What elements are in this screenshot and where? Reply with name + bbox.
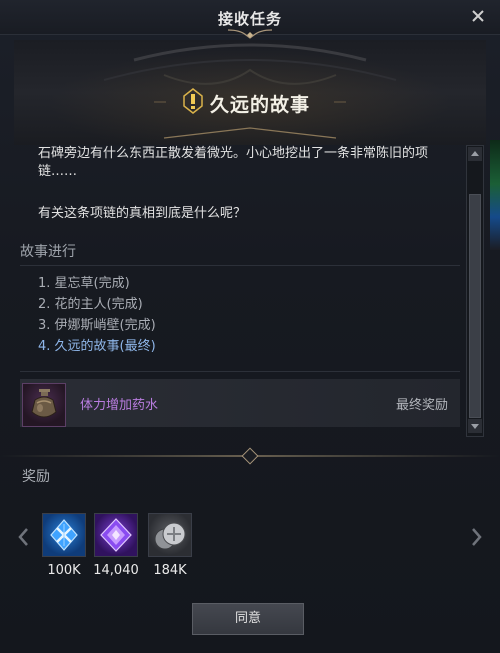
close-button[interactable]	[468, 6, 488, 26]
story-question: 有关这条项链的真相到底是什么呢？	[38, 206, 247, 221]
progress-item-current: 4. 久远的故事(最终)	[38, 339, 156, 354]
scroll-down-button[interactable]	[468, 419, 482, 433]
triangle-down-icon	[471, 424, 479, 429]
title-bar: 接收任务	[0, 0, 500, 39]
potion-icon	[31, 389, 57, 418]
quest-accept-window: 接收任务 久远的故事 石碑旁边有什么东西正散发着微光。小心地挖出了一条非常陈旧的…	[0, 0, 500, 653]
silver-coins-icon	[154, 522, 186, 550]
close-icon	[472, 10, 484, 22]
story-text-line: 链……	[38, 164, 78, 179]
diamond-ornament-icon	[241, 447, 259, 465]
reward-count: 14,040	[93, 563, 139, 578]
blue-crystal-icon	[50, 519, 78, 551]
quest-content: 石碑旁边有什么东西正散发着微光。小心地挖出了一条非常陈旧的项 链…… 有关这条项…	[14, 145, 464, 435]
progress-item: 1. 星忘草(完成)	[38, 276, 130, 291]
potion-slot[interactable]	[22, 383, 66, 427]
rewards-section-label: 奖励	[22, 469, 50, 485]
scroll-thumb[interactable]	[469, 194, 481, 418]
title-ornament-icon	[227, 29, 273, 39]
triangle-up-icon	[471, 151, 479, 156]
reward-item[interactable]: 14,040	[92, 513, 140, 578]
quest-title: 久远的故事	[210, 94, 311, 116]
progress-item: 2. 花的主人(完成)	[38, 297, 143, 312]
quest-exclamation-icon	[183, 88, 203, 114]
reward-slot[interactable]	[42, 513, 86, 557]
progress-list: 1. 星忘草(完成) 2. 花的主人(完成) 3. 伊娜斯峭壁(完成) 4. 久…	[38, 273, 156, 357]
divider	[20, 371, 460, 372]
scroll-up-button[interactable]	[468, 147, 482, 161]
progress-section-label: 故事进行	[20, 244, 76, 260]
rewards-next-button[interactable]	[468, 525, 484, 549]
final-reward-label: 最终奖励	[395, 398, 448, 413]
background-edge	[490, 140, 500, 250]
chevron-right-icon	[472, 528, 482, 546]
progress-item: 3. 伊娜斯峭壁(完成)	[38, 318, 156, 333]
rewards-prev-button[interactable]	[16, 525, 32, 549]
quest-banner: 久远的故事	[14, 40, 486, 145]
reward-count: 184K	[153, 563, 187, 578]
reward-item[interactable]: 184K	[146, 513, 194, 578]
final-reward-row[interactable]: 体力增加药水 最终奖励	[20, 379, 460, 427]
story-text-line: 石碑旁边有什么东西正散发着微光。小心地挖出了一条非常陈旧的项	[38, 146, 429, 161]
reward-item[interactable]: 100K	[40, 513, 88, 578]
reward-count: 100K	[47, 563, 81, 578]
final-reward-name: 体力增加药水	[80, 398, 159, 413]
chevron-left-icon	[18, 528, 28, 546]
reward-slot[interactable]	[148, 513, 192, 557]
content-scrollbar[interactable]	[466, 145, 484, 437]
agree-button[interactable]: 同意	[192, 603, 304, 635]
reward-slot[interactable]	[94, 513, 138, 557]
divider	[20, 265, 460, 266]
purple-gem-icon	[100, 518, 132, 552]
